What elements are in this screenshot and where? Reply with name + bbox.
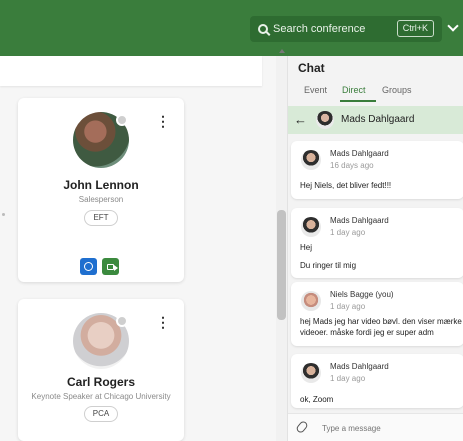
message-input[interactable]	[322, 420, 452, 436]
message-time: 16 days ago	[330, 161, 374, 170]
status-indicator	[116, 315, 128, 327]
avatar	[301, 217, 321, 237]
avatar	[301, 291, 321, 311]
conversation-header: ← Mads Dahlgaard	[288, 106, 463, 134]
attendee-tag: EFT	[84, 210, 118, 226]
message-line: hej Mads jeg har video bøvl. den viser m…	[300, 317, 462, 326]
video-call-button[interactable]	[102, 258, 119, 275]
chevron-down-icon[interactable]	[447, 20, 459, 32]
status-indicator	[116, 114, 128, 126]
avatar	[301, 363, 321, 383]
tab-direct[interactable]: Direct	[342, 85, 366, 95]
message-time: 1 day ago	[330, 228, 366, 237]
attendee-name[interactable]: Carl Rogers	[18, 375, 184, 389]
scroll-up-icon[interactable]	[279, 49, 285, 53]
tab-groups[interactable]: Groups	[382, 85, 412, 95]
message-text: Hej Niels, det bliver fedt!!!	[300, 181, 392, 190]
chat-message: Niels Bagge (you) 1 day ago hej Mads jeg…	[291, 282, 463, 346]
message-sender: Mads Dahlgaard	[330, 362, 389, 371]
left-edge-dot	[2, 213, 5, 216]
attendee-role: Salesperson	[78, 195, 124, 204]
attendee-name[interactable]: John Lennon	[18, 178, 184, 192]
search-icon	[258, 24, 268, 34]
chat-message: Mads Dahlgaard 1 day ago ok, Zoom	[291, 354, 463, 408]
message-sender: Niels Bagge (you)	[330, 290, 394, 299]
message-sender: Mads Dahlgaard	[330, 216, 389, 225]
tab-event[interactable]: Event	[304, 85, 327, 95]
chat-panel: Chat Event Direct Groups ← Mads Dahlgaar…	[287, 56, 463, 441]
message-text: Hej	[300, 243, 313, 252]
chat-message: Mads Dahlgaard 16 days ago Hej Niels, de…	[291, 141, 463, 199]
list-header-bar	[0, 56, 262, 86]
message-line: videoer. måske fordi jeg er super adm	[300, 328, 434, 337]
avatar	[301, 150, 321, 170]
chat-button[interactable]	[80, 258, 97, 275]
chat-icon	[84, 262, 93, 271]
video-icon	[107, 263, 118, 271]
message-text: ok, Zoom	[300, 395, 334, 404]
attachment-icon[interactable]	[295, 419, 309, 435]
message-text: hej Mads jeg har video bøvl. den viser m…	[300, 316, 462, 338]
app-page: Search conference Ctrl+K ⋮ John Lennon S…	[0, 0, 463, 441]
back-arrow-icon[interactable]: ←	[294, 112, 307, 127]
attendee-role: Keynote Speaker at Chicago University	[31, 392, 171, 401]
scrollbar-thumb[interactable]	[277, 210, 286, 320]
top-bar: Search conference Ctrl+K	[0, 0, 463, 56]
chat-message: Mads Dahlgaard 1 day ago Hej Du ringer t…	[291, 208, 463, 278]
attendee-tag: PCA	[84, 406, 118, 422]
message-time: 1 day ago	[330, 302, 366, 311]
conversation-name: Mads Dahlgaard	[341, 114, 415, 125]
search-box[interactable]: Search conference Ctrl+K	[250, 16, 442, 42]
card-actions	[80, 258, 119, 275]
avatar	[316, 111, 334, 129]
message-text: Du ringer til mig	[300, 261, 357, 270]
more-options-icon[interactable]: ⋮	[156, 315, 170, 329]
message-sender: Mads Dahlgaard	[330, 149, 389, 158]
search-shortcut: Ctrl+K	[396, 20, 434, 37]
attendee-card[interactable]: ⋮ Carl Rogers Keynote Speaker at Chicago…	[18, 299, 184, 441]
more-options-icon[interactable]: ⋮	[156, 114, 170, 128]
message-composer	[288, 413, 463, 441]
attendee-card[interactable]: ⋮ John Lennon Salesperson EFT	[18, 98, 184, 282]
chat-title: Chat	[298, 61, 325, 75]
active-tab-indicator	[340, 100, 376, 102]
message-time: 1 day ago	[330, 374, 366, 383]
search-placeholder: Search conference	[273, 23, 366, 35]
